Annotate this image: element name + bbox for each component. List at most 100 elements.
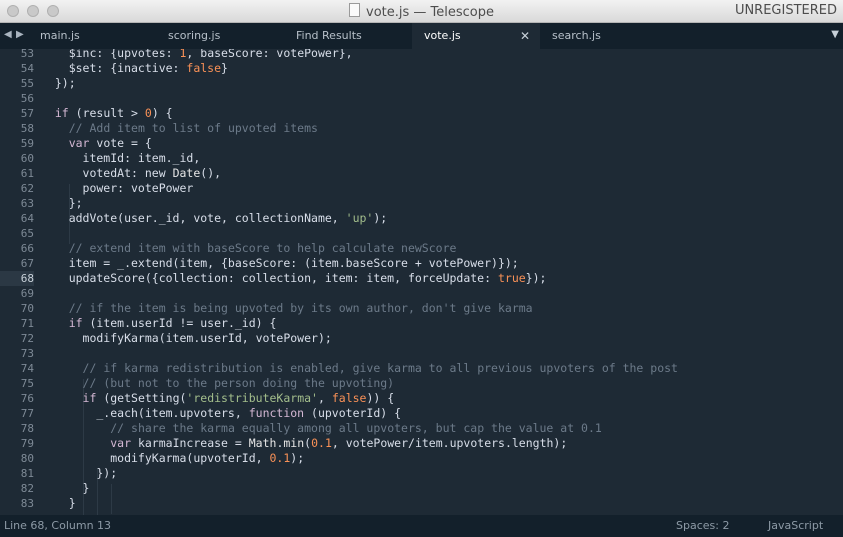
close-tab-icon[interactable]: ✕ [520, 23, 530, 49]
code-token: vote = { [89, 136, 152, 150]
code-line[interactable]: itemId: item._id, [41, 151, 201, 166]
indentation-setting[interactable]: Spaces: 2 [676, 515, 729, 537]
line-number: 64 [20, 212, 34, 225]
code-line[interactable]: if (item.userId != user._id) { [41, 316, 277, 331]
nav-back-icon[interactable]: ◀ [4, 29, 12, 40]
code-token: // if the item is being upvoted by its o… [68, 301, 533, 315]
line-number: 53 [20, 49, 34, 60]
line-number: 72 [20, 332, 34, 345]
code-token: } [221, 61, 228, 75]
code-token: min [283, 436, 305, 450]
code-line[interactable]: _.each(item.upvoters, function (upvoterI… [41, 406, 401, 421]
code-line[interactable]: if (result > 0) { [41, 106, 173, 121]
line-number: 65 [20, 227, 34, 240]
code-token: Math [248, 436, 277, 450]
code-token: 'up' [345, 211, 374, 225]
code-token: $inc: {upvotes: [41, 49, 180, 60]
line-number: 59 [20, 137, 34, 150]
code-line[interactable]: // share the karma equally among all upv… [41, 421, 602, 436]
code-line[interactable]: // Add item to list of upvoted items [41, 121, 318, 136]
line-number: 77 [20, 407, 34, 420]
status-bar: Line 68, Column 13 Spaces: 2 JavaScript [0, 515, 843, 537]
code-token: }); [41, 76, 76, 90]
code-token: } [41, 481, 90, 495]
code-token: updateScore({collection: collection, ite… [41, 271, 498, 285]
code-token: true [497, 271, 526, 285]
code-line[interactable]: // if karma redistribution is enabled, g… [41, 361, 678, 376]
code-token: 'redistributeKarma' [186, 391, 318, 405]
code-token: , baseScore: votePower}, [186, 49, 353, 60]
line-number: 76 [20, 392, 34, 405]
tab-find-results[interactable]: Find Results [284, 23, 412, 49]
code-line[interactable]: power: votePower [41, 181, 194, 196]
code-token: , [317, 391, 332, 405]
code-line[interactable]: }); [41, 466, 117, 481]
line-number: 78 [20, 422, 34, 435]
code-line[interactable]: var vote = { [41, 136, 152, 151]
code-line[interactable]: } [41, 496, 76, 511]
line-number: 54 [20, 62, 34, 75]
editor-window: vote.js — Telescope UNREGISTERED ◀ ▶ mai… [0, 0, 843, 537]
code-line[interactable]: votedAt: new Date(), [41, 166, 222, 181]
code-token: }); [41, 466, 118, 480]
syntax-selector[interactable]: JavaScript [768, 515, 823, 537]
line-number: 66 [20, 242, 34, 255]
line-number: 82 [20, 482, 34, 495]
tab-scoring-js[interactable]: scoring.js [156, 23, 284, 49]
code-token: power: votePower [41, 181, 194, 195]
code-line[interactable]: } [41, 481, 90, 496]
code-token: ) { [151, 106, 173, 120]
line-number: 60 [20, 152, 34, 165]
window-title: vote.js — Telescope [366, 5, 494, 20]
line-number: 75 [20, 377, 34, 390]
code-line[interactable]: updateScore({collection: collection, ite… [41, 271, 547, 286]
nav-forward-icon[interactable]: ▶ [16, 29, 24, 40]
tab-label: Find Results [296, 29, 362, 42]
tab-vote-js[interactable]: vote.js ✕ [412, 23, 540, 49]
code-line[interactable]: item = _.extend(item, {baseScore: (item.… [41, 256, 519, 271]
code-line[interactable]: $inc: {upvotes: 1, baseScore: votePower}… [41, 49, 353, 61]
code-token: if [82, 391, 97, 405]
line-number: 80 [20, 452, 34, 465]
line-number: 70 [20, 302, 34, 315]
code-line[interactable]: }; [41, 196, 83, 211]
code-token: Date [172, 166, 201, 180]
code-token: ); [290, 451, 305, 465]
code-line[interactable]: // if the item is being upvoted by its o… [41, 301, 533, 316]
code-token: (), [200, 166, 222, 180]
code-line[interactable]: addVote(user._id, vote, collectionName, … [41, 211, 388, 226]
code-token: karmaIncrease = [131, 436, 249, 450]
code-line[interactable]: modifyKarma(item.userId, votePower); [41, 331, 332, 346]
code-token: // share the karma equally among all upv… [110, 421, 602, 435]
tab-bar: ◀ ▶ main.js scoring.js Find Results vote… [0, 23, 843, 49]
code-token: $set: {inactive: [41, 61, 187, 75]
code-line[interactable]: $set: {inactive: false} [41, 61, 228, 76]
code-editor[interactable]: 53 54 55 56 57 58 59 60 61 62 63 64 65 66 67 68 69 70 71 72… [0, 49, 843, 515]
line-number: 83 [20, 497, 34, 510]
code-line[interactable]: }); [41, 76, 76, 91]
code-line[interactable]: // (but not to the person doing the upvo… [41, 376, 395, 391]
indent-guide [111, 484, 112, 514]
line-number: 73 [20, 347, 34, 360]
line-number: 68 [0, 271, 34, 286]
code-line[interactable]: if (getSetting('redistributeKarma', fals… [41, 391, 395, 406]
code-line[interactable]: modifyKarma(upvoterId, 0.1); [41, 451, 304, 466]
tab-dropdown-icon[interactable]: ▼ [831, 29, 839, 40]
line-number: 81 [20, 467, 34, 480]
line-number: 79 [20, 437, 34, 450]
code-line[interactable]: // extend item with baseScore to help ca… [41, 241, 457, 256]
code-line[interactable]: var karmaIncrease = Math.min(0.1, votePo… [41, 436, 567, 451]
line-number: 71 [20, 317, 34, 330]
line-number: 74 [20, 362, 34, 375]
code-token: // Add item to list of upvoted items [68, 121, 318, 135]
tab-main-js[interactable]: main.js [28, 23, 156, 49]
code-token: _.each(item.upvoters, [41, 406, 249, 420]
code-token: function [248, 406, 305, 420]
tab-search-js[interactable]: search.js [540, 23, 668, 49]
code-token: 0 [144, 106, 152, 120]
code-token: 0.1 [269, 451, 291, 465]
code-token: // extend item with baseScore to help ca… [68, 241, 457, 255]
